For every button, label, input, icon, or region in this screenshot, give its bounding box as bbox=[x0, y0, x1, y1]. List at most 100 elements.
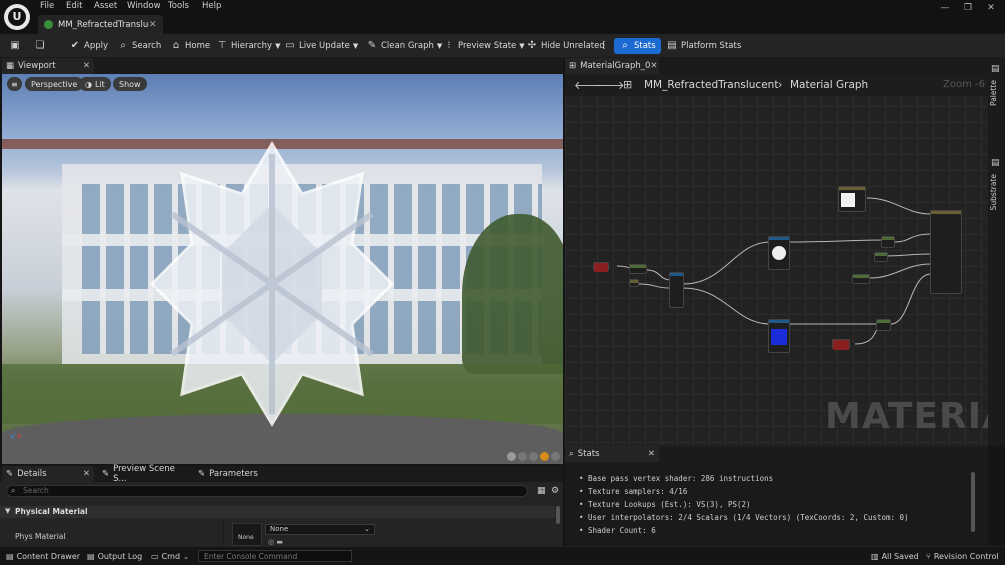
close-tab-icon[interactable]: ✕ bbox=[149, 20, 163, 30]
tab-material-graph[interactable]: ⊞ MaterialGraph_0 ✕ bbox=[565, 58, 659, 74]
asset-action-icons[interactable]: ◎ ▬ bbox=[268, 538, 283, 546]
search-icon: ⌕ bbox=[120, 40, 126, 51]
breadcrumb-graph[interactable]: Material Graph bbox=[790, 79, 868, 91]
minimize-icon[interactable]: — bbox=[938, 3, 952, 15]
show-button[interactable]: Show bbox=[113, 77, 147, 91]
tab-details[interactable]: ✎ Details ✕ bbox=[2, 466, 94, 482]
menu-help[interactable]: Help bbox=[202, 1, 221, 13]
substrate-icon[interactable]: ▤ bbox=[991, 158, 1000, 168]
platform-stats-icon: ▤ bbox=[667, 40, 677, 51]
menu-window[interactable]: Window bbox=[127, 1, 161, 13]
hide-unrelated-button[interactable]: ✣ Hide Unrelated bbox=[526, 38, 605, 54]
graph-node[interactable] bbox=[832, 339, 850, 350]
menu-asset[interactable]: Asset bbox=[94, 1, 117, 13]
material-asset-icon bbox=[44, 20, 53, 29]
phys-material-dropdown[interactable]: None ⌄ bbox=[265, 524, 375, 535]
search-button[interactable]: ⌕ Search bbox=[117, 38, 161, 54]
platform-stats-button[interactable]: ▤ Platform Stats bbox=[666, 38, 741, 54]
texture-sample-node[interactable] bbox=[768, 236, 790, 270]
breadcrumb-material[interactable]: MM_RefractedTranslucent bbox=[644, 79, 778, 91]
texture-sample-node[interactable] bbox=[768, 319, 790, 353]
phys-material-label: Phys Material bbox=[15, 532, 66, 541]
graph-node[interactable] bbox=[629, 264, 647, 274]
output-log-button[interactable]: ▤ Output Log bbox=[87, 550, 142, 563]
close-tab-icon[interactable]: ✕ bbox=[83, 469, 90, 479]
hide-unrelated-label: Hide Unrelated bbox=[541, 41, 605, 51]
tab-parameters[interactable]: ✎ Parameters bbox=[194, 466, 286, 482]
graph-node[interactable] bbox=[852, 274, 870, 284]
settings-icon[interactable]: ⚙ bbox=[551, 486, 559, 496]
stats-button[interactable]: ⌕ Stats bbox=[614, 38, 661, 54]
preview-state-button[interactable]: ⁝ Preview State ▼ bbox=[443, 38, 525, 54]
stats-line: Texture samplers: 4/16 bbox=[565, 485, 988, 498]
chevron-down-icon: ▼ bbox=[5, 507, 11, 515]
palette-icon[interactable]: ▤ bbox=[991, 64, 1000, 74]
live-update-label: Live Update bbox=[299, 41, 350, 51]
details-scrollbar[interactable] bbox=[556, 506, 560, 524]
tab-stats[interactable]: ⌕ Stats ✕ bbox=[565, 446, 659, 462]
stats-label: Stats bbox=[634, 41, 656, 51]
graph-node[interactable] bbox=[669, 272, 684, 308]
search-placeholder: Search bbox=[23, 486, 49, 495]
graph-node[interactable] bbox=[629, 279, 639, 287]
apply-button[interactable]: ✔ Apply bbox=[69, 38, 108, 54]
revision-control-button[interactable]: ⑂ Revision Control bbox=[926, 550, 999, 563]
content-drawer-button[interactable]: ▤ Content Drawer bbox=[6, 550, 80, 563]
graph-node[interactable] bbox=[874, 252, 888, 262]
forward-arrow-icon[interactable]: 🡒 bbox=[595, 78, 625, 92]
viewport-menu-icon[interactable]: ≡ bbox=[7, 77, 22, 91]
tab-preview-scene-settings[interactable]: ✎ Preview Scene S... bbox=[98, 464, 190, 484]
tab-palette[interactable]: Palette bbox=[989, 80, 998, 106]
perspective-button[interactable]: Perspective bbox=[25, 77, 84, 91]
material-output-node[interactable] bbox=[930, 210, 962, 294]
content-drawer-label: Content Drawer bbox=[16, 552, 81, 561]
close-tab-icon[interactable]: ✕ bbox=[648, 449, 655, 459]
breadcrumb-separator-icon: › bbox=[778, 78, 783, 91]
preview-state-label: Preview State bbox=[458, 41, 517, 51]
content-drawer-icon: ▤ bbox=[6, 552, 14, 561]
apply-label: Apply bbox=[84, 41, 108, 51]
close-tab-icon[interactable]: ✕ bbox=[650, 61, 657, 71]
home-button[interactable]: ⌂ Home bbox=[170, 38, 210, 54]
parameters-tab-label: Parameters bbox=[209, 469, 258, 479]
graph-node[interactable] bbox=[876, 319, 891, 331]
more-options-icon[interactable]: ⋮ bbox=[598, 38, 613, 54]
menu-edit[interactable]: Edit bbox=[66, 1, 82, 13]
lit-button[interactable]: ◑ Lit bbox=[79, 77, 111, 91]
status-bar: ▤ Content Drawer ▤ Output Log ▭ Cmd ⌄ Enter … bbox=[0, 546, 1005, 565]
document-tab[interactable]: MM_RefractedTransluc... ✕ bbox=[38, 15, 163, 34]
search-label: Search bbox=[132, 41, 162, 51]
tab-viewport[interactable]: ▦ Viewport ✕ bbox=[2, 58, 94, 74]
menu-file[interactable]: File bbox=[40, 1, 54, 13]
close-tab-icon[interactable]: ✕ bbox=[83, 61, 90, 71]
clean-graph-button[interactable]: ✎ Clean Graph ▼ bbox=[366, 38, 443, 54]
hierarchy-button[interactable]: ⊤ Hierarchy ▼ bbox=[216, 38, 281, 54]
material-graph-canvas[interactable]: MATERIAL bbox=[565, 74, 988, 446]
stats-scrollbar[interactable] bbox=[971, 472, 975, 532]
live-update-button[interactable]: ▭ Live Update ▼ bbox=[284, 38, 358, 54]
tab-substrate[interactable]: Substrate bbox=[989, 174, 998, 210]
save-button[interactable]: ▣ bbox=[9, 38, 24, 54]
preview-mesh-icons[interactable] bbox=[507, 452, 562, 461]
console-input[interactable]: Enter Console Command bbox=[198, 550, 352, 562]
unreal-logo-icon[interactable]: U bbox=[4, 4, 30, 30]
graph-node[interactable] bbox=[593, 262, 609, 272]
asset-thumbnail[interactable]: None bbox=[232, 523, 262, 546]
grid-view-icon[interactable]: ▦ bbox=[537, 486, 546, 496]
restore-icon[interactable]: ❐ bbox=[961, 3, 975, 15]
cmd-dropdown[interactable]: ▭ Cmd ⌄ bbox=[151, 550, 189, 563]
details-search-input[interactable]: ⌕ Search bbox=[6, 485, 528, 497]
graph-node[interactable] bbox=[838, 186, 866, 212]
save-icon: ▣ bbox=[10, 40, 20, 51]
menu-tools[interactable]: Tools bbox=[168, 1, 189, 13]
graph-node[interactable] bbox=[881, 236, 895, 248]
chevron-down-icon: ▼ bbox=[352, 42, 359, 50]
close-window-icon[interactable]: ✕ bbox=[984, 3, 998, 15]
section-physical-material[interactable]: ▼ Physical Material bbox=[0, 506, 555, 518]
hierarchy-label: Hierarchy bbox=[231, 41, 273, 51]
all-saved-button[interactable]: ▥ All Saved bbox=[871, 550, 919, 563]
chevron-down-icon: ▼ bbox=[519, 42, 525, 50]
axis-gizmo-icon: ↙x bbox=[10, 431, 22, 440]
viewport[interactable]: ≡ Perspective ◑ Lit Show ↙x bbox=[2, 74, 563, 464]
browse-button[interactable]: ❏ bbox=[34, 38, 49, 54]
